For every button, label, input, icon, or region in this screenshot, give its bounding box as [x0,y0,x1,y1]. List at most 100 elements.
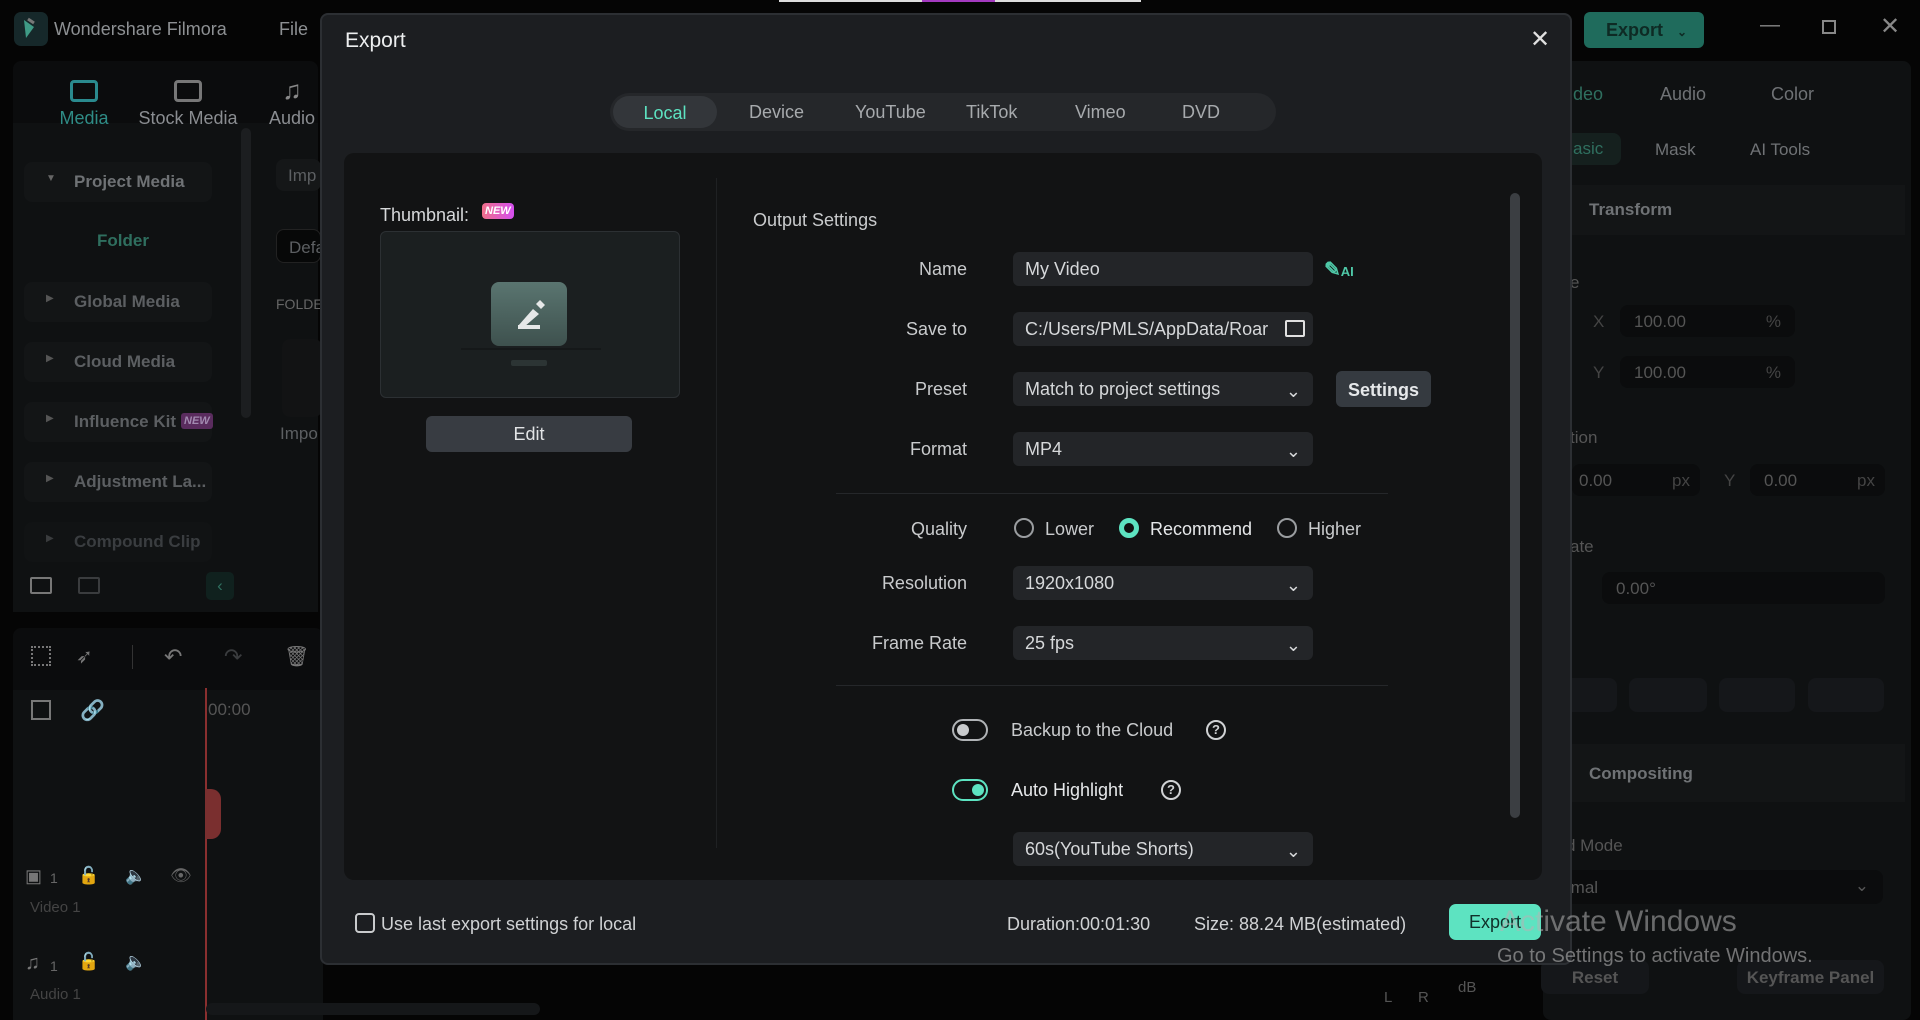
sidebar-item-adjustment-layer[interactable]: ▶ Adjustment La... [24,462,212,502]
duration-readout: Duration:00:01:30 [1007,914,1151,934]
sidebar-item-cloud-media[interactable]: ▶ Cloud Media [24,342,212,382]
radio-button-selected[interactable] [1119,518,1139,538]
restore-icon[interactable] [1822,20,1836,34]
compositing-heading: Compositing [1589,764,1693,783]
auto-highlight-toggle[interactable] [952,779,988,801]
backup-cloud-toggle[interactable] [952,719,988,741]
rotate-left-button[interactable] [1808,678,1884,712]
tab-video[interactable]: deo [1573,84,1603,105]
undo-icon[interactable]: ↶ [164,644,182,670]
import-media-tile[interactable] [282,339,322,417]
rotate-right-button[interactable] [1719,678,1795,712]
sidebar-item-label: Project Media [74,172,185,191]
lock-icon[interactable]: 🔓 [78,952,99,972]
meter-unit-label: dB [1458,979,1477,996]
highlight-duration-dropdown[interactable]: 60s(YouTube Shorts) ⌄ [1013,832,1313,866]
delete-icon[interactable]: 🗑 [284,644,309,669]
sidebar-item-compound-clip[interactable]: ▶ Compound Clip [24,522,212,562]
link-icon[interactable]: 🔗 [80,698,105,723]
position-y-input[interactable]: 0.00 px [1750,464,1885,496]
sidebar-scrollbar[interactable] [241,128,251,418]
tab-youtube[interactable]: YouTube [855,102,926,123]
import-button[interactable]: Imp [276,159,321,191]
keyframe-panel-label: Keyframe Panel [1746,968,1875,987]
rotate-input[interactable]: 0.00° [1602,572,1885,604]
caret-right-icon: ▶ [46,533,54,544]
toolbar-divider [132,645,133,669]
settings-scrollbar[interactable] [1510,193,1520,818]
quality-label: Quality [910,519,967,539]
sidebar-item-global-media[interactable]: ▶ Global Media [24,282,212,322]
layout-grid-icon[interactable] [31,646,51,666]
scale-y-input[interactable]: 100.00% [1620,356,1795,388]
media-tab-media[interactable]: Media [58,80,110,129]
sidebar-item-folder[interactable]: Folder [97,231,149,251]
speaker-icon[interactable]: 🔈 [125,866,146,886]
close-app-icon[interactable]: ✕ [1880,12,1900,41]
use-last-settings-checkbox[interactable] [355,913,375,933]
meter-left-label: L [1384,989,1393,1006]
add-track-icon[interactable] [31,700,51,720]
minimize-icon[interactable]: — [1760,14,1780,37]
track-index: 1 [50,870,58,886]
speaker-icon[interactable]: 🔈 [125,952,146,972]
close-dialog-icon[interactable]: ✕ [1530,25,1550,54]
lock-icon[interactable]: 🔓 [78,866,99,886]
app-export-label: Export [1606,20,1664,40]
help-icon[interactable]: ? [1206,720,1226,740]
media-tab-audio[interactable]: ♫ Audio [264,76,320,129]
blend-mode-dropdown[interactable]: rmal ⌄ [1543,870,1883,904]
position-label: tion [1570,428,1598,447]
new-folder-icon[interactable] [30,577,52,594]
sidebar-item-influence-kit[interactable]: ▶ Influence Kit NEW [24,402,213,442]
playhead-marker[interactable] [205,789,221,839]
media-icon [70,80,98,102]
edit-thumbnail-button[interactable]: Edit [426,416,632,452]
folder-heading: FOLDE [276,296,323,312]
position-x-input[interactable]: 0.00 px [1572,464,1700,496]
eye-icon[interactable]: 👁 [170,866,192,886]
tab-tiktok[interactable]: TikTok [966,102,1017,123]
format-dropdown[interactable]: MP4 ⌄ [1013,432,1313,466]
scale-x-input[interactable]: 100.00% [1620,305,1795,337]
sidebar-item-project-media[interactable]: ▼ Project Media [24,162,212,202]
ai-rename-icon[interactable]: ✎AI [1324,257,1354,282]
collapse-sidebar-button[interactable]: ‹ [206,572,234,600]
tab-local[interactable]: Local [613,96,717,128]
save-to-input[interactable]: C:/Users/PMLS/AppData/Roar [1013,312,1313,346]
name-input[interactable]: My Video [1013,252,1313,286]
frame-rate-value: 25 fps [1025,633,1075,653]
sort-dropdown[interactable]: Defa [276,229,325,263]
playhead[interactable] [205,688,207,1020]
preset-dropdown[interactable]: Match to project settings ⌄ [1013,372,1313,406]
format-label: Format [909,439,967,459]
thumbnail-preview[interactable] [380,231,680,398]
tab-audio[interactable]: Audio [1660,84,1706,105]
tab-vimeo[interactable]: Vimeo [1075,102,1126,123]
caret-down-icon: ▼ [46,173,56,184]
subtab-ai-tools[interactable]: AI Tools [1750,140,1810,160]
settings-button[interactable]: Settings [1336,371,1431,407]
menu-file[interactable]: File [279,19,308,40]
help-icon[interactable]: ? [1161,780,1181,800]
radio-button[interactable] [1014,518,1034,538]
redo-icon[interactable]: ↷ [224,644,242,670]
tab-device[interactable]: Device [749,102,804,123]
chevron-down-icon: ⌄ [1285,841,1301,861]
tab-dvd[interactable]: DVD [1182,102,1220,123]
folder-icon[interactable] [1285,320,1305,337]
tab-color[interactable]: Color [1771,84,1814,105]
select-tool-icon[interactable]: ➶ [76,644,93,669]
input-value: 0.00 [1579,471,1613,490]
resolution-dropdown[interactable]: 1920x1080 ⌄ [1013,566,1313,600]
radio-button[interactable] [1277,518,1297,538]
frame-rate-dropdown[interactable]: 25 fps ⌄ [1013,626,1313,660]
caret-right-icon: ▶ [46,473,54,484]
timeline-scrollbar[interactable] [206,1003,540,1015]
app-export-button[interactable]: Export ⌄ [1584,12,1704,48]
subtab-mask[interactable]: Mask [1655,140,1696,160]
delete-folder-icon[interactable] [78,577,100,594]
frame-rate-label: Frame Rate [871,633,967,653]
flip-vertical-button[interactable] [1629,678,1707,712]
media-tab-stock[interactable]: Stock Media [136,80,240,129]
